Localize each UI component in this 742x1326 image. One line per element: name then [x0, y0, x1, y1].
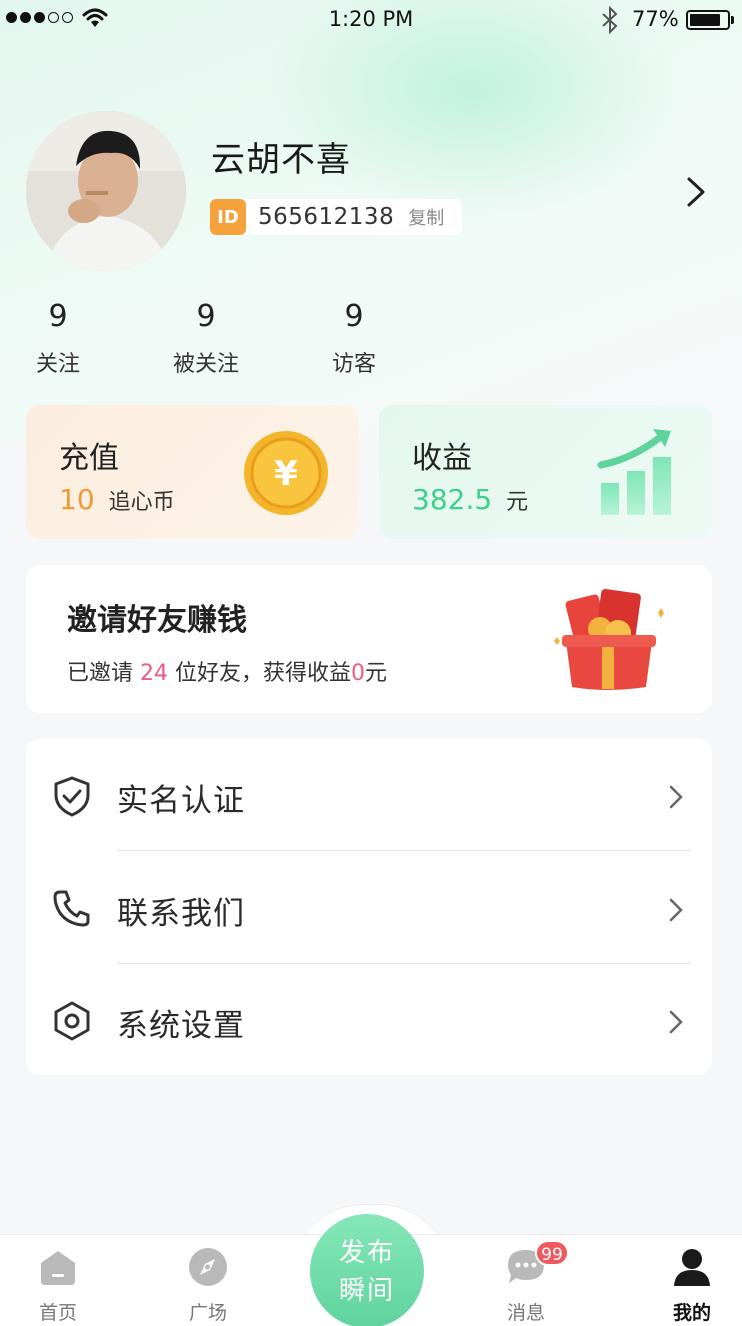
tab-label: 消息	[506, 1302, 545, 1324]
invite-earnings: 0	[351, 661, 366, 686]
income-balance: 382.5 元	[412, 483, 528, 516]
username: 云胡不喜	[211, 140, 351, 180]
gift-box-icon	[554, 588, 664, 690]
tab-square[interactable]: 广场	[148, 1246, 268, 1325]
publish-moment-button[interactable]: 发布 瞬间	[310, 1214, 424, 1326]
profile-stats: 9 关注 9 被关注 9 访客	[0, 298, 742, 388]
stat-value: 9	[196, 299, 216, 334]
stat-label: 被关注	[172, 352, 239, 377]
message-count-badge: 99	[535, 1240, 569, 1266]
invite-title: 邀请好友赚钱	[67, 603, 247, 638]
divider	[117, 850, 691, 851]
bluetooth-icon	[602, 6, 618, 34]
recharge-title: 充值	[59, 441, 119, 476]
income-card[interactable]: 收益 382.5 元	[379, 405, 712, 539]
phone-icon	[53, 890, 90, 927]
avatar[interactable]	[26, 111, 186, 271]
tab-label: 首页	[38, 1302, 77, 1324]
growth-chart-icon	[597, 429, 671, 515]
stat-label: 访客	[331, 352, 376, 377]
invite-count: 24	[140, 661, 169, 686]
chevron-right-icon	[669, 1010, 683, 1034]
recharge-card[interactable]: 充值 10 追心币 ¥	[26, 405, 359, 539]
tab-label: 我的	[672, 1302, 711, 1324]
id-badge: ID	[210, 199, 246, 235]
publish-label-line1: 发布	[338, 1238, 395, 1268]
coin-icon: ¥	[244, 431, 328, 515]
menu-label: 系统设置	[117, 1008, 245, 1044]
invite-summary: 已邀请 24 位好友，获得收益0元	[67, 661, 388, 686]
menu-item-settings[interactable]: 系统设置	[26, 964, 712, 1076]
stat-following[interactable]: 9 关注	[0, 298, 128, 378]
menu-label: 联系我们	[117, 896, 245, 932]
hexagon-settings-icon	[54, 1001, 90, 1041]
compass-icon	[189, 1248, 227, 1286]
profile-chevron-right-icon[interactable]	[684, 175, 708, 209]
status-time: 1:20 PM	[328, 7, 414, 31]
shield-check-icon	[54, 776, 90, 817]
battery-icon	[686, 10, 730, 30]
menu-label: 实名认证	[117, 783, 245, 819]
coin-balance: 10	[59, 483, 95, 516]
user-id-row: ID 565612138 复制	[210, 199, 462, 235]
copy-id-button[interactable]: 复制	[408, 204, 444, 230]
battery-percent: 77%	[632, 7, 679, 31]
income-unit: 元	[506, 490, 529, 515]
user-icon	[674, 1249, 710, 1286]
stat-visitors[interactable]: 9 访客	[284, 298, 424, 378]
tab-home[interactable]: 首页	[0, 1246, 118, 1325]
status-bar: 1:20 PM 77%	[0, 0, 742, 40]
home-icon	[41, 1251, 75, 1285]
menu-item-contact[interactable]: 联系我们	[26, 852, 712, 964]
recharge-balance: 10 追心币	[59, 483, 175, 516]
id-number: 565612138	[258, 204, 395, 230]
stat-label: 关注	[35, 352, 80, 377]
stat-followers[interactable]: 9 被关注	[136, 298, 276, 378]
coin-unit: 追心币	[108, 490, 175, 515]
chevron-right-icon	[669, 785, 683, 809]
stat-value: 9	[48, 299, 68, 334]
coin-symbol: ¥	[274, 454, 298, 494]
chevron-right-icon	[669, 898, 683, 922]
stat-value: 9	[344, 299, 364, 334]
tab-mine[interactable]: 我的	[632, 1246, 742, 1325]
publish-label-line2: 瞬间	[338, 1276, 395, 1306]
income-value: 382.5	[412, 483, 493, 516]
tab-label: 广场	[188, 1302, 227, 1324]
menu-item-verification[interactable]: 实名认证	[26, 739, 712, 851]
invite-card[interactable]: 邀请好友赚钱 已邀请 24 位好友，获得收益0元	[26, 565, 712, 713]
income-title: 收益	[412, 441, 472, 476]
settings-menu: 实名认证 联系我们 系统设置	[26, 739, 712, 1075]
